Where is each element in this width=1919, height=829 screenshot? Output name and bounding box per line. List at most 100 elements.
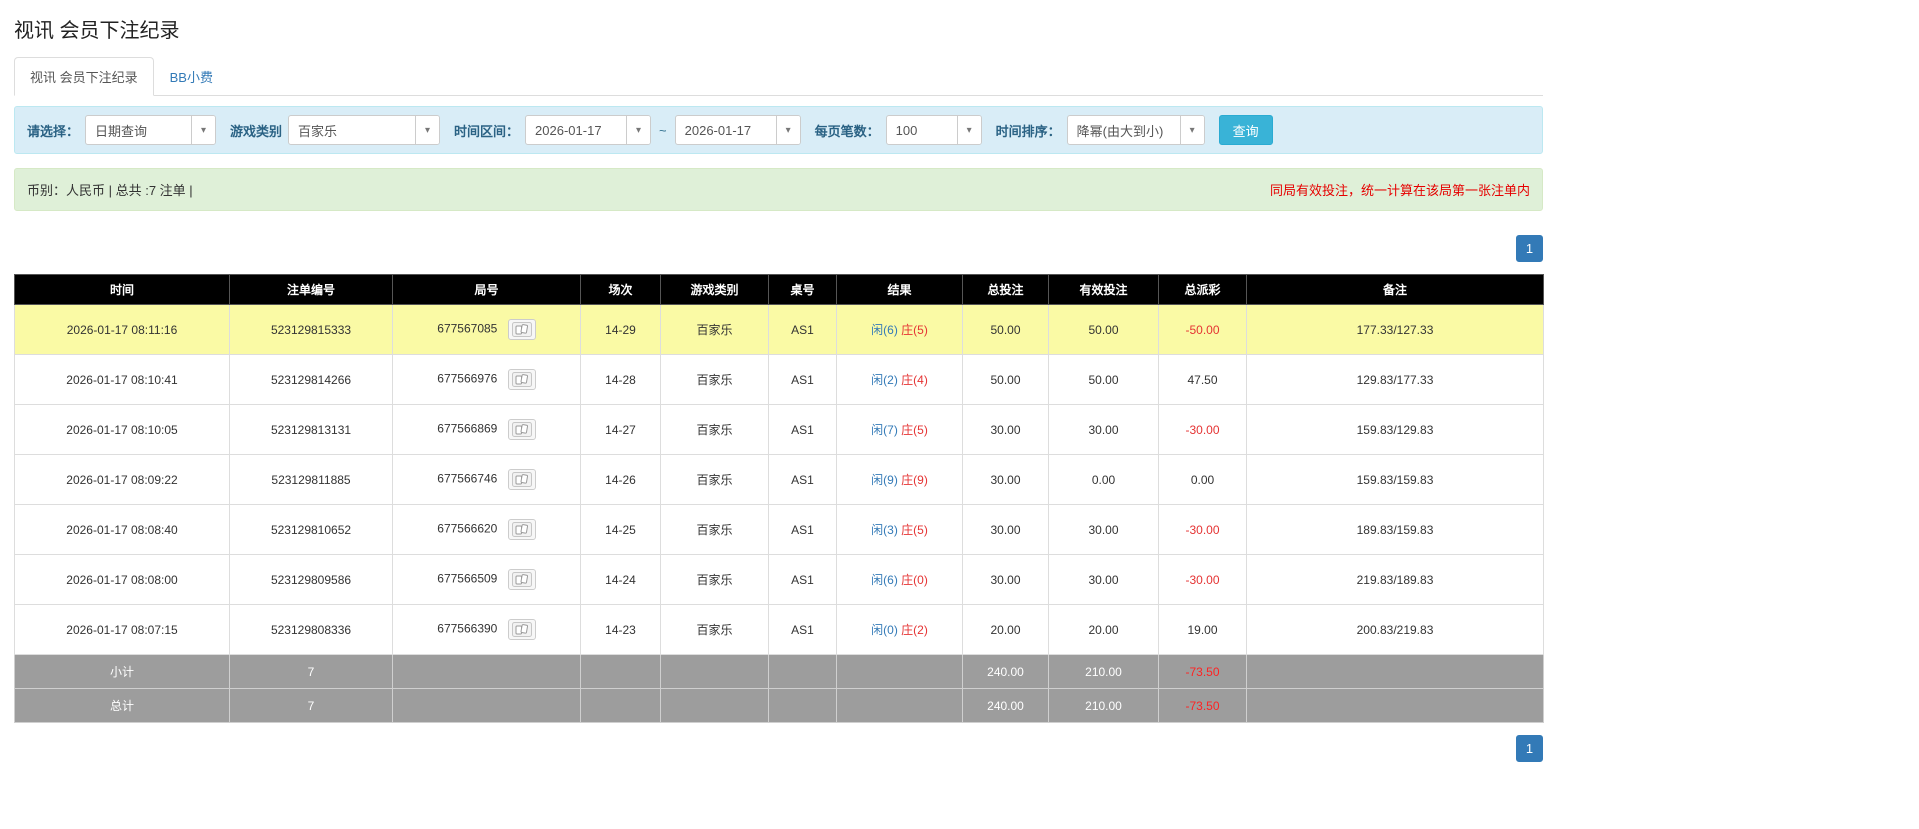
date-from-select[interactable]: 2026-01-17 ▾: [525, 115, 652, 145]
cell-total-bet[interactable]: 20.00: [962, 604, 1049, 655]
cell-session: 14-29: [580, 304, 661, 355]
result-player: 闲(0): [871, 623, 898, 637]
result-player: 闲(6): [871, 573, 898, 587]
table-row: 2026-01-17 08:09:22 523129811885 6775667…: [14, 454, 1544, 505]
game-type-value: 百家乐: [298, 123, 338, 139]
view-cards-icon[interactable]: [507, 369, 536, 390]
cell-table-no: AS1: [768, 604, 837, 655]
valid-bet-notice: 同局有效投注，统一计算在该局第一张注单内: [1269, 183, 1530, 198]
table-header-row: 时间 注单编号 局号 场次 游戏类别 桌号 结果 总投注 有效投注 总派彩 备注: [14, 274, 1544, 305]
cell-total-bet[interactable]: 30.00: [962, 504, 1049, 555]
result-banker: 庄(5): [901, 523, 928, 537]
cell-valid-bet: 0.00: [1048, 454, 1159, 505]
view-cards-icon[interactable]: [507, 519, 536, 540]
cell-time: 2026-01-17 08:10:41: [14, 354, 230, 405]
chevron-down-icon[interactable]: ▾: [191, 116, 216, 144]
result-banker: 庄(5): [901, 323, 928, 337]
query-type-select[interactable]: 日期查询 ▾: [85, 115, 217, 145]
time-sort-select[interactable]: 降幂(由大到小) ▾: [1066, 115, 1205, 145]
view-cards-icon[interactable]: [507, 619, 536, 640]
betting-records-table: 时间 注单编号 局号 场次 游戏类别 桌号 结果 总投注 有效投注 总派彩 备注…: [14, 274, 1544, 723]
tab-bb-tip[interactable]: BB小费: [154, 57, 229, 96]
cell-total-bet[interactable]: 50.00: [962, 354, 1049, 405]
pagination-top: 1: [14, 235, 1543, 262]
chevron-down-icon[interactable]: ▾: [415, 116, 440, 144]
cell-round-id: 677567085: [392, 304, 581, 355]
cell-time: 2026-01-17 08:07:15: [14, 604, 230, 655]
view-cards-icon[interactable]: [507, 319, 536, 340]
result-banker: 庄(0): [901, 573, 928, 587]
cell-valid-bet: 20.00: [1048, 604, 1159, 655]
cell-table-no: AS1: [768, 404, 837, 455]
view-cards-icon[interactable]: [507, 569, 536, 590]
cell-bet-id: 523129808336: [229, 604, 393, 655]
cell-result: 闲(6) 庄(0): [836, 554, 963, 605]
page-1-button[interactable]: 1: [1516, 235, 1543, 262]
date-to-select[interactable]: 2026-01-17 ▾: [674, 115, 801, 145]
result-player: 闲(3): [871, 523, 898, 537]
result-player: 闲(6): [871, 323, 898, 337]
subtotal-count: 7: [229, 654, 393, 689]
result-player: 闲(2): [871, 373, 898, 387]
page-size-select[interactable]: 100 ▾: [885, 115, 982, 145]
cell-bet-id: 523129811885: [229, 454, 393, 505]
cell-total-bet[interactable]: 30.00: [962, 454, 1049, 505]
cell-result: 闲(9) 庄(9): [836, 454, 963, 505]
cell-time: 2026-01-17 08:10:05: [14, 404, 230, 455]
page-title: 视讯 会员下注纪录: [14, 20, 180, 42]
chevron-down-icon[interactable]: ▾: [956, 116, 981, 144]
query-button[interactable]: 查询: [1218, 115, 1273, 145]
cell-note: 219.83/189.83: [1246, 554, 1544, 605]
game-type-select[interactable]: 百家乐 ▾: [288, 115, 441, 145]
cell-total-bet[interactable]: 50.00: [962, 304, 1049, 355]
cell-game-type: 百家乐: [660, 304, 769, 355]
table-body: 2026-01-17 08:11:16 523129815333 6775670…: [14, 304, 1544, 655]
page-size-label: 每页笔数：: [814, 123, 880, 139]
cell-bet-id: 523129813131: [229, 404, 393, 455]
chevron-down-icon[interactable]: ▾: [626, 116, 651, 144]
view-cards-icon[interactable]: [507, 419, 536, 440]
cell-table-no: AS1: [768, 354, 837, 405]
header-valid-bet: 有效投注: [1048, 274, 1159, 305]
cell-note: 200.83/219.83: [1246, 604, 1544, 655]
subtotal-payout: -73.50: [1158, 654, 1247, 689]
cell-payout: -30.00: [1158, 554, 1247, 605]
page: 视讯 会员下注纪录 视讯 会员下注纪录 BB小费 请选择： 日期查询 ▾ 游戏类…: [0, 0, 1557, 802]
cell-round-id: 677566869: [392, 404, 581, 455]
time-sort-value: 降幂(由大到小): [1076, 123, 1164, 139]
table-row: 2026-01-17 08:08:40 523129810652 6775666…: [14, 504, 1544, 555]
page-1-button[interactable]: 1: [1516, 735, 1543, 762]
cell-round-id: 677566976: [392, 354, 581, 405]
chevron-down-icon[interactable]: ▾: [1179, 116, 1204, 144]
result-banker: 庄(9): [901, 473, 928, 487]
header-game-type: 游戏类别: [660, 274, 769, 305]
cell-result: 闲(7) 庄(5): [836, 404, 963, 455]
result-banker: 庄(4): [901, 373, 928, 387]
result-player: 闲(7): [871, 423, 898, 437]
cell-payout: 19.00: [1158, 604, 1247, 655]
cell-note: 129.83/177.33: [1246, 354, 1544, 405]
header-session: 场次: [580, 274, 661, 305]
cell-table-no: AS1: [768, 304, 837, 355]
cell-note: 177.33/127.33: [1246, 304, 1544, 355]
cell-bet-id: 523129814266: [229, 354, 393, 405]
cell-payout: 47.50: [1158, 354, 1247, 405]
view-cards-icon[interactable]: [507, 469, 536, 490]
game-type-label: 游戏类别: [230, 123, 283, 139]
cell-note: 159.83/159.83: [1246, 454, 1544, 505]
tab-betting-records[interactable]: 视讯 会员下注纪录: [14, 57, 154, 96]
result-banker: 庄(2): [901, 623, 928, 637]
cell-session: 14-28: [580, 354, 661, 405]
cell-game-type: 百家乐: [660, 354, 769, 405]
chevron-down-icon[interactable]: ▾: [775, 116, 800, 144]
cell-bet-id: 523129815333: [229, 304, 393, 355]
cell-total-bet[interactable]: 30.00: [962, 404, 1049, 455]
cell-total-bet[interactable]: 30.00: [962, 554, 1049, 605]
cell-time: 2026-01-17 08:11:16: [14, 304, 230, 355]
header-round-id: 局号: [392, 274, 581, 305]
total-payout: -73.50: [1158, 688, 1247, 723]
table-row: 2026-01-17 08:08:00 523129809586 6775665…: [14, 554, 1544, 605]
cell-payout: -30.00: [1158, 504, 1247, 555]
cell-table-no: AS1: [768, 504, 837, 555]
cell-table-no: AS1: [768, 554, 837, 605]
